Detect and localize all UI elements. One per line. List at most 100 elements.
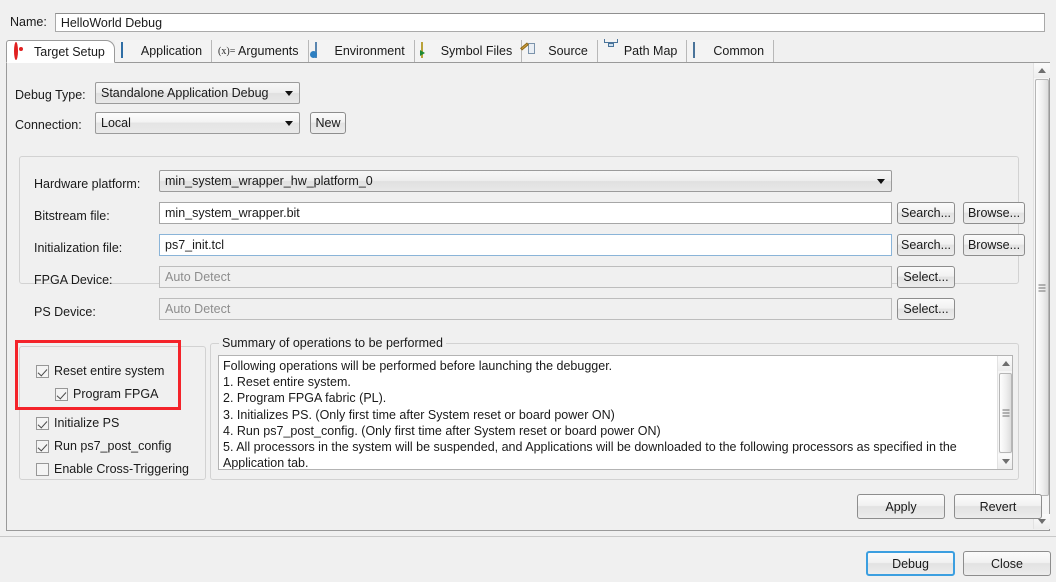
chevron-down-icon <box>285 91 293 96</box>
platform-group: Hardware platform: min_system_wrapper_hw… <box>19 156 1019 284</box>
summary-group: Summary of operations to be performed Fo… <box>210 343 1019 480</box>
name-input[interactable] <box>55 13 1045 32</box>
tab-folder: Target Setup Application (x)= Arguments … <box>6 39 1050 530</box>
tab-symbol-files[interactable]: Symbol Files <box>415 40 523 62</box>
debug-configuration-dialog: Name: Target Setup Application (x)= Argu… <box>0 0 1056 582</box>
name-row: Name: <box>0 8 1056 36</box>
summary-line: Application tab. <box>223 455 994 470</box>
tab-target-setup[interactable]: Target Setup <box>6 40 115 63</box>
path-map-icon <box>604 43 620 59</box>
revert-button[interactable]: Revert <box>954 494 1042 519</box>
summary-line: 4. Run ps7_post_config. (Only first time… <box>223 423 994 439</box>
summary-line: 5. All processors in the system will be … <box>223 439 994 455</box>
connection-combo[interactable]: Local <box>95 112 300 134</box>
checkbox-run-ps7-post-config[interactable]: Run ps7_post_config <box>36 439 171 453</box>
tab-application-label: Application <box>141 43 202 59</box>
initialization-search-label: Search... <box>901 238 951 252</box>
tab-application[interactable]: Application <box>115 40 212 62</box>
chevron-down-icon <box>285 121 293 126</box>
tab-common[interactable]: Common <box>687 40 774 62</box>
summary-scrollbar-thumb[interactable] <box>999 373 1012 453</box>
checkbox-box-icon <box>36 440 49 453</box>
tab-source-label: Source <box>548 43 588 59</box>
debug-button-label: Debug <box>892 557 929 571</box>
operations-checkbox-group: Reset entire system Program FPGA Initial… <box>19 346 206 480</box>
initialization-file-value: ps7_init.tcl <box>165 238 224 252</box>
summary-line: Following operations will be performed b… <box>223 358 994 374</box>
checkbox-initialize-ps[interactable]: Initialize PS <box>36 416 119 430</box>
tab-path-map[interactable]: Path Map <box>598 40 688 62</box>
connection-label: Connection: <box>15 118 82 132</box>
checkbox-enable-cross-triggering-label: Enable Cross-Triggering <box>54 462 189 476</box>
summary-scrollbar[interactable] <box>997 356 1012 469</box>
checkbox-reset-entire-system-label: Reset entire system <box>54 364 164 378</box>
close-button-label: Close <box>991 557 1023 571</box>
checkbox-box-icon <box>36 365 49 378</box>
bitstream-search-button[interactable]: Search... <box>897 202 955 224</box>
checkbox-reset-entire-system[interactable]: Reset entire system <box>36 364 164 378</box>
source-pencil-icon <box>528 43 544 59</box>
bitstream-browse-label: Browse... <box>968 206 1020 220</box>
hardware-platform-label: Hardware platform: <box>34 177 140 191</box>
checkbox-box-icon <box>36 417 49 430</box>
ps-device-select-label: Select... <box>903 302 948 316</box>
debug-type-value: Standalone Application Debug <box>101 86 269 100</box>
footer-separator <box>0 536 1056 537</box>
scroll-up-arrow-icon[interactable] <box>998 356 1013 371</box>
initialization-browse-button[interactable]: Browse... <box>963 234 1025 256</box>
checkbox-run-ps7-post-config-label: Run ps7_post_config <box>54 439 171 453</box>
tab-arguments[interactable]: (x)= Arguments <box>212 40 308 62</box>
checkbox-enable-cross-triggering[interactable]: Enable Cross-Triggering <box>36 462 189 476</box>
initialization-search-button[interactable]: Search... <box>897 234 955 256</box>
scroll-up-arrow-icon[interactable] <box>1034 63 1050 78</box>
bitstream-file-value: min_system_wrapper.bit <box>165 206 300 220</box>
environment-icon <box>315 43 331 59</box>
initialization-file-input[interactable]: ps7_init.tcl <box>159 234 892 256</box>
initialization-file-label: Initialization file: <box>34 241 122 255</box>
bitstream-browse-button[interactable]: Browse... <box>963 202 1025 224</box>
arguments-variable-icon: (x)= <box>218 43 234 59</box>
tab-source[interactable]: Source <box>522 40 598 62</box>
tab-bar: Target Setup Application (x)= Arguments … <box>6 39 1050 63</box>
tab-common-label: Common <box>713 43 764 59</box>
revert-button-label: Revert <box>980 500 1017 514</box>
close-button[interactable]: Close <box>963 551 1051 576</box>
bitstream-search-label: Search... <box>901 206 951 220</box>
fpga-device-label: FPGA Device: <box>34 273 113 287</box>
scroll-down-arrow-icon[interactable] <box>998 454 1013 469</box>
fpga-device-select-button[interactable]: Select... <box>897 266 955 288</box>
hardware-platform-combo[interactable]: min_system_wrapper_hw_platform_0 <box>159 170 892 192</box>
hardware-platform-value: min_system_wrapper_hw_platform_0 <box>165 174 373 188</box>
summary-text-area[interactable]: Following operations will be performed b… <box>218 355 1013 470</box>
tab-content-scrollbar[interactable] <box>1033 63 1049 529</box>
summary-line: 2. Program FPGA fabric (PL). <box>223 390 994 406</box>
apply-button-label: Apply <box>885 500 916 514</box>
tab-path-map-label: Path Map <box>624 43 678 59</box>
connection-value: Local <box>101 116 131 130</box>
name-label: Name: <box>10 15 47 29</box>
debug-type-label: Debug Type: <box>15 88 86 102</box>
ps-device-input: Auto Detect <box>159 298 892 320</box>
bitstream-file-label: Bitstream file: <box>34 209 110 223</box>
checkbox-box-icon <box>55 388 68 401</box>
fpga-device-select-label: Select... <box>903 270 948 284</box>
apply-button[interactable]: Apply <box>857 494 945 519</box>
ps-device-label: PS Device: <box>34 305 96 319</box>
tab-arguments-label: Arguments <box>238 43 298 59</box>
tab-content-target-setup: Debug Type: Standalone Application Debug… <box>6 63 1050 531</box>
tab-target-setup-label: Target Setup <box>34 44 105 60</box>
debug-button[interactable]: Debug <box>866 551 955 576</box>
ps-device-select-button[interactable]: Select... <box>897 298 955 320</box>
checkbox-program-fpga[interactable]: Program FPGA <box>55 387 158 401</box>
new-connection-button[interactable]: New <box>310 112 346 134</box>
tab-environment[interactable]: Environment <box>309 40 415 62</box>
debug-type-combo[interactable]: Standalone Application Debug <box>95 82 300 104</box>
scrollbar-grip-icon <box>1002 410 1009 417</box>
symbol-files-icon <box>421 43 437 59</box>
bitstream-file-input[interactable]: min_system_wrapper.bit <box>159 202 892 224</box>
application-window-icon <box>121 43 137 59</box>
common-list-icon <box>693 43 709 59</box>
new-connection-label: New <box>315 116 340 130</box>
tab-content-scrollbar-thumb[interactable] <box>1035 79 1049 496</box>
tab-symbol-files-label: Symbol Files <box>441 43 513 59</box>
